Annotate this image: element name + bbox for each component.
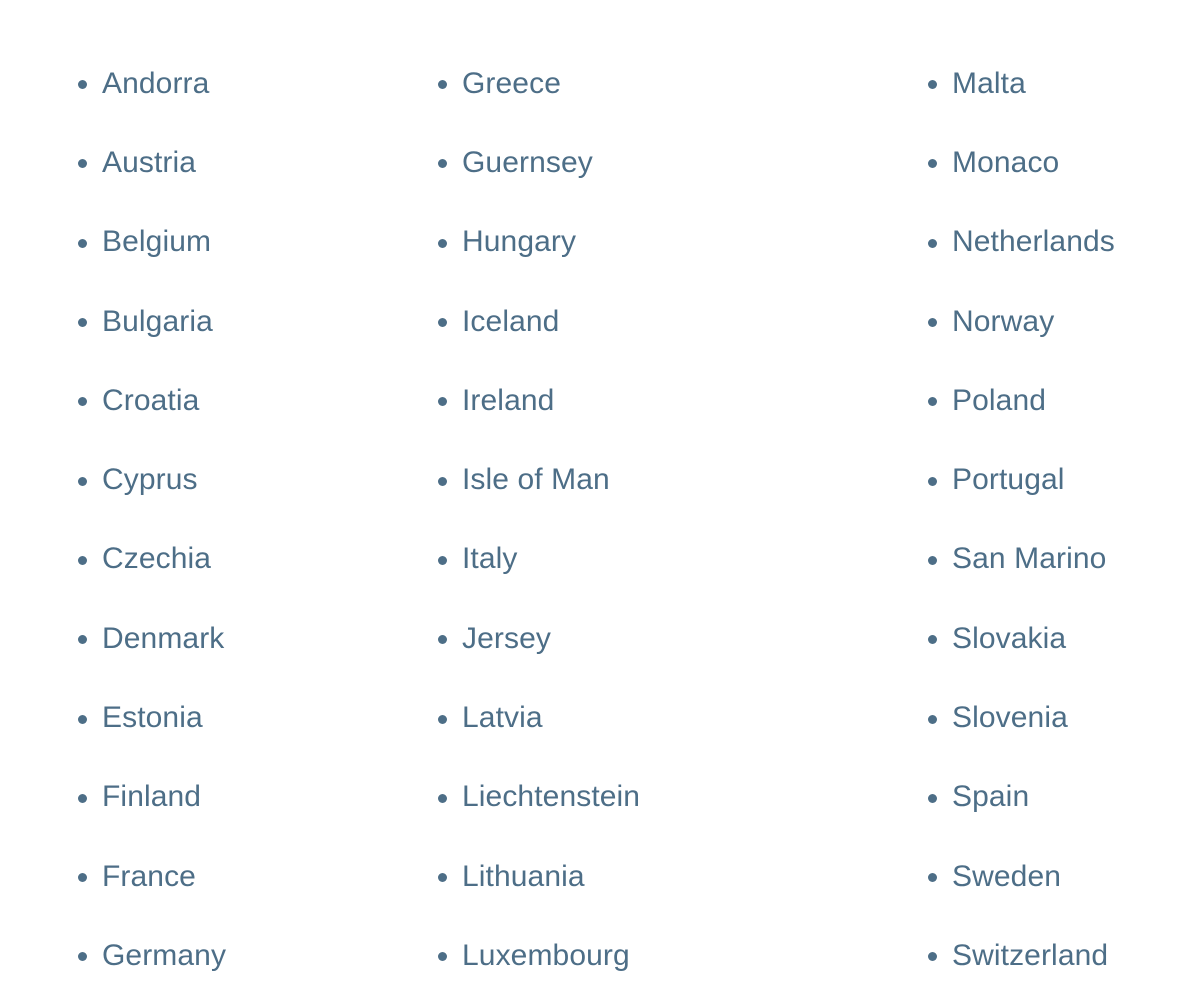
country-list-container: Andorra Austria Belgium Bulgaria Croatia…	[0, 0, 1200, 998]
country-column-3: Malta Monaco Netherlands Norway Poland P…	[0, 0, 1115, 996]
bullet-dot-icon	[438, 714, 447, 724]
bullet-dot-icon	[928, 555, 937, 565]
country-name: Norway	[952, 304, 1055, 338]
country-name: Netherlands	[952, 225, 1115, 259]
bullet-dot-icon	[438, 555, 447, 565]
bullet-dot-icon	[928, 238, 937, 248]
country-name: Monaco	[952, 145, 1060, 179]
bullet-dot-icon	[78, 714, 87, 724]
country-name: Slovenia	[952, 701, 1068, 735]
country-name: Spain	[952, 780, 1030, 814]
bullet-dot-icon	[928, 397, 937, 407]
country-name: Poland	[952, 383, 1047, 417]
bullet-dot-icon	[928, 80, 937, 90]
bullet-dot-icon	[438, 793, 447, 803]
bullet-dot-icon	[928, 952, 937, 962]
bullet-dot-icon	[438, 238, 447, 248]
bullet-dot-icon	[928, 714, 937, 724]
country-name: Malta	[952, 66, 1026, 100]
bullet-dot-icon	[928, 159, 937, 169]
bullet-dot-icon	[928, 873, 937, 883]
bullet-dot-icon	[928, 318, 937, 328]
bullet-dot-icon	[78, 318, 87, 328]
bullet-dot-icon	[928, 635, 937, 645]
bullet-dot-icon	[928, 476, 937, 486]
country-name: Portugal	[952, 463, 1065, 497]
bullet-dot-icon	[78, 238, 87, 248]
bullet-dot-icon	[438, 476, 447, 486]
bullet-dot-icon	[928, 793, 937, 803]
country-name: Switzerland	[952, 938, 1109, 972]
bullet-dot-icon	[438, 318, 447, 328]
country-name: Sweden	[952, 859, 1062, 893]
bullet-dot-icon	[78, 555, 87, 565]
bullet-dot-icon	[78, 476, 87, 486]
country-name: San Marino	[952, 542, 1107, 576]
country-name: Slovakia	[952, 621, 1067, 655]
bullet-dot-icon	[78, 793, 87, 803]
